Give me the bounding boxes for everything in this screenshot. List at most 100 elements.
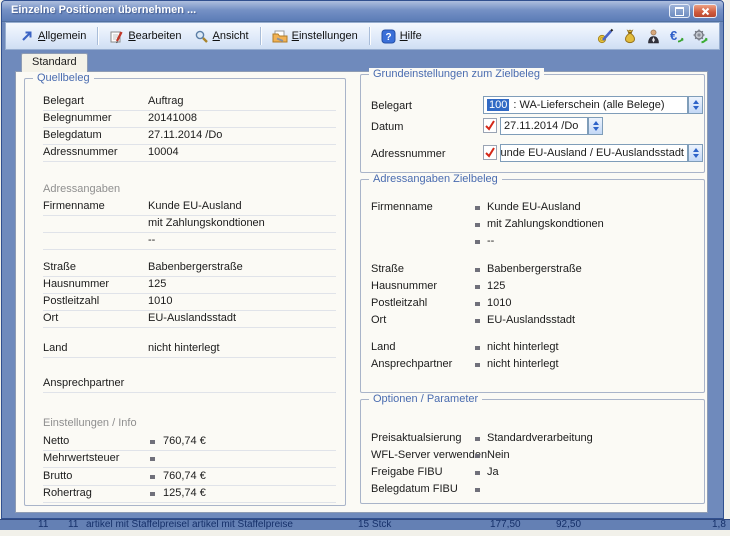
toolbar-separator [260,27,261,45]
field-row: Ansprechpartner nicht hinterlegt [371,356,696,373]
belegart-spinner[interactable] [688,96,703,114]
datum-combo[interactable]: 27.11.2014 /Do [500,117,588,135]
field-label: Hausnummer [43,278,109,290]
field-label: Ansprechpartner [371,358,452,370]
field-label: Freigabe FIBU [371,466,443,478]
menu-bearbeiten[interactable]: Bearbeiten [103,26,187,47]
field-row: Mehrwertsteuer [43,450,336,468]
field-label: Firmenname [43,200,105,212]
bullet-marker [475,471,480,475]
adressnummer-check-icon[interactable] [483,145,497,160]
gear-sync-icon[interactable] [692,28,708,44]
money-bag-icon[interactable] [622,28,638,44]
group-quellbeleg-title: Quellbeleg [33,72,94,84]
field-row: Belegart Auftrag [43,93,336,111]
field-row: Hausnummer 125 [371,278,696,295]
restore-icon [675,7,684,16]
field-row: Postleitzahl 1010 [43,293,336,311]
datum-check-icon[interactable] [483,118,497,133]
bg-cell: 177,50 [490,519,521,530]
field-value: Kunde EU-Ausland [487,201,581,213]
field-label: Netto [43,435,69,447]
adressnummer-spinner[interactable] [688,144,703,162]
menu-hilfe[interactable]: ? Hilfe [375,26,428,47]
field-row: Firmenname Kunde EU-Ausland [43,198,336,216]
field-value: EU-Auslandsstadt [148,312,236,324]
restore-button[interactable] [669,4,690,18]
field-row: Adressnummer 10004 [43,144,336,162]
group-adressangaben-zielbeleg: Adressangaben Zielbeleg Firmenname Kunde… [360,179,705,393]
datum-label: Datum [371,121,403,133]
bullet-marker [475,206,480,210]
bullet-marker [150,457,155,461]
belegart-label: Belegart [371,100,412,112]
bullet-marker [150,440,155,444]
field-value: Nein [487,449,510,461]
tab-standard[interactable]: Standard [21,53,88,72]
datum-spinner[interactable] [588,117,603,135]
bullet-marker [475,240,480,244]
menu-bearbeiten-label: Bearbeiten [128,30,181,42]
bullet-marker [475,285,480,289]
field-row: Straße Babenbergerstraße [43,259,336,277]
field-value: 125,74 € [163,487,206,499]
bullet-marker [475,319,480,323]
close-icon [701,7,710,16]
field-value: -- [148,234,155,246]
field-value: 125 [148,278,166,290]
bullet-marker [475,268,480,272]
menu-einstellungen[interactable]: Einstellungen [266,26,364,47]
field-row: Preisaktualsierung Standardverarbeitung [371,430,696,447]
edit-note-icon [109,29,124,44]
field-label: Belegart [43,95,84,107]
group-grundeinstellungen-title: Grundeinstellungen zum Zielbeleg [369,68,544,80]
menu-ansicht[interactable]: Ansicht [188,26,255,47]
field-label: Rohertrag [43,487,92,499]
field-label: Land [371,341,395,353]
bullet-marker [475,454,480,458]
title-bar[interactable]: Einzelne Positionen übernehmen ... [2,1,723,22]
arrow-up-right-icon [20,29,34,43]
person-icon[interactable] [646,28,661,44]
background-window-row: 11 11 artikel mit Staffelpreisel artikel… [0,519,730,530]
field-row: Rohertrag 125,74 € [43,485,336,503]
field-row: Straße Babenbergerstraße [371,261,696,278]
field-label: Belegdatum [43,129,102,141]
help-icon: ? [381,29,396,44]
close-button[interactable] [693,4,717,18]
field-value: Auftrag [148,95,183,107]
bullet-marker [475,223,480,227]
field-value: Ja [487,466,499,478]
field-label: Straße [371,263,404,275]
euro-icon[interactable]: € [669,28,684,44]
belegart-selected-text: 100 [487,99,509,111]
field-value: Babenbergerstraße [487,263,582,275]
belegart-combo[interactable]: 100 : WA-Lieferschein (alle Belege) [483,96,688,114]
field-value: nicht hinterlegt [487,358,559,370]
field-value: Babenbergerstraße [148,261,243,273]
group-optionen-parameter: Optionen / Parameter Preisaktualsierung … [360,399,705,504]
group-adressangaben-title: Adressangaben Zielbeleg [369,173,502,185]
field-label: Mehrwertsteuer [43,452,119,464]
bg-cell: 15 Stck [358,519,391,530]
field-label: Postleitzahl [371,297,427,309]
field-label: Land [43,342,67,354]
field-label: Postleitzahl [43,295,99,307]
field-label: WFL-Server verwenden [371,449,487,461]
field-row: -- [371,233,696,250]
adressnummer-combo[interactable]: 10004: Kunde EU-Ausland / EU-Auslandssta… [500,144,688,162]
toolbar-separator [369,27,370,45]
field-label: Hausnummer [371,280,437,292]
bullet-marker [475,302,480,306]
adressnummer-label: Adressnummer [371,148,446,160]
content-area: Quellbeleg Belegart Auftrag Belegnummer … [15,71,708,513]
menu-allgemein[interactable]: Allgemein [14,26,92,46]
field-label: Preisaktualsierung [371,432,462,444]
pen-coin-icon[interactable] [597,28,614,44]
toolbar-right-icons: € [597,28,711,44]
settings-folder-icon [272,29,288,44]
field-value: mit Zahlungskondtionen [487,218,604,230]
field-value: 1010 [148,295,172,307]
field-row: Belegnummer 20141008 [43,110,336,128]
field-value: 10004 [148,146,179,158]
